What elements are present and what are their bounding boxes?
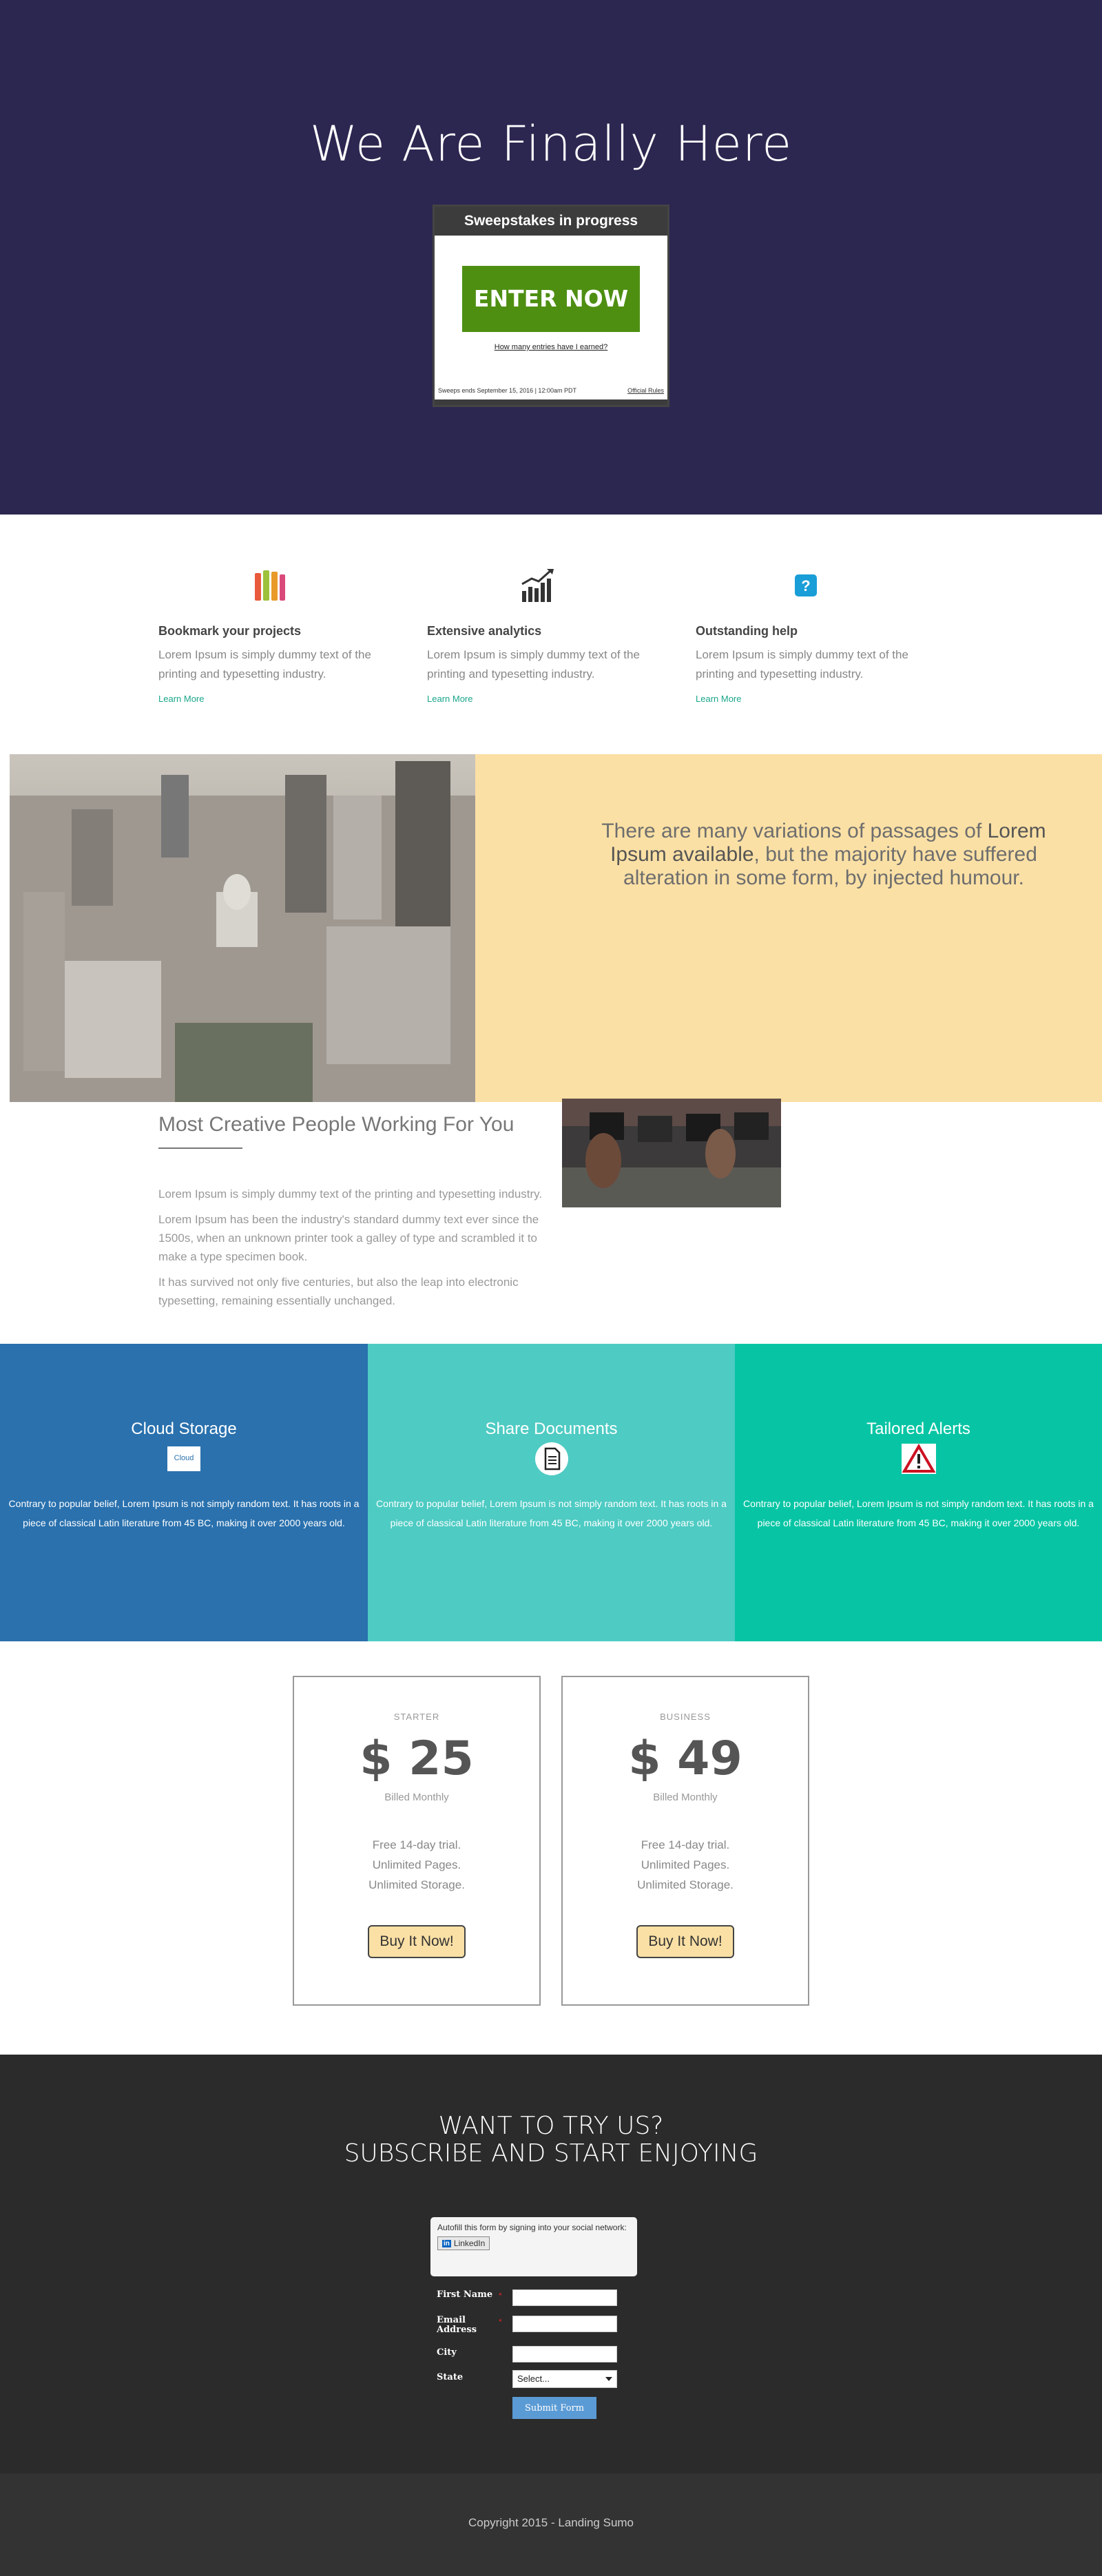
feature-analytics: Extensive analytics Lorem Ipsum is simpl… — [427, 565, 647, 704]
state-select[interactable]: Select... — [512, 2370, 617, 2388]
column-title: Tailored Alerts — [866, 1420, 970, 1438]
linkedin-icon: in — [442, 2239, 451, 2247]
hero-title: We Are Finally Here — [309, 116, 793, 172]
quote-panel — [475, 754, 1102, 1102]
office-image — [562, 1099, 781, 1207]
enter-now-button[interactable]: ENTER NOW — [462, 266, 640, 332]
tailored-alerts-column: Tailored Alerts Contrary to popular beli… — [735, 1344, 1102, 1641]
plan-features: Free 14-day trial. Unlimited Pages. Unli… — [294, 1835, 539, 1895]
sweepstakes-widget: Sweepstakes in progress ENTER NOW How ma… — [433, 205, 669, 407]
sweepstakes-footer: Sweeps ends September 15, 2016 | 12:00am… — [438, 387, 664, 394]
pencils-icon — [158, 565, 379, 606]
learn-more-link[interactable]: Learn More — [158, 694, 379, 704]
feature-text: Lorem Ipsum is simply dummy text of the … — [158, 648, 371, 681]
buy-button[interactable]: Buy It Now! — [368, 1925, 466, 1958]
feature-title: Bookmark your projects — [158, 624, 302, 638]
plan-price: $ 25 — [360, 1732, 474, 1786]
document-icon — [534, 1442, 570, 1475]
buy-button[interactable]: Buy It Now! — [636, 1925, 734, 1958]
pricing-card-starter: STARTER $ 25 Billed Monthly Free 14-day … — [293, 1676, 541, 2006]
copyright-text: Copyright 2015 - Landing Sumo — [468, 2516, 634, 2529]
column-title: Cloud Storage — [131, 1420, 237, 1438]
autofill-text: Autofill this form by signing into your … — [437, 2223, 627, 2232]
creative-paragraph: It has survived not only five centuries,… — [158, 1276, 519, 1307]
official-rules-link[interactable]: Official Rules — [627, 387, 664, 394]
creative-text: Lorem Ipsum is simply dummy text of the … — [158, 1185, 544, 1317]
column-text: Contrary to popular belief, Lorem Ipsum … — [8, 1498, 360, 1528]
plan-features: Free 14-day trial. Unlimited Pages. Unli… — [563, 1835, 808, 1895]
pricing-card-business: BUSINESS $ 49 Billed Monthly Free 14-day… — [561, 1676, 809, 2006]
first-name-label: First Name — [437, 2289, 493, 2300]
billing-period: Billed Monthly — [653, 1791, 718, 1803]
feature-bookmark: Bookmark your projects Lorem Ipsum is si… — [158, 565, 379, 704]
plan-feature: Free 14-day trial. — [641, 1838, 730, 1851]
state-label: State — [437, 2372, 464, 2382]
city-input[interactable] — [512, 2346, 617, 2362]
linkedin-label: LinkedIn — [453, 2239, 486, 2248]
learn-more-link[interactable]: Learn More — [427, 694, 647, 704]
required-marker: * — [499, 2317, 502, 2327]
entries-link[interactable]: How many entries have I earned? — [435, 343, 667, 351]
plan-name: STARTER — [393, 1712, 440, 1722]
plan-feature: Unlimited Pages. — [641, 1858, 730, 1871]
city-label: City — [437, 2347, 457, 2358]
column-text: Contrary to popular belief, Lorem Ipsum … — [376, 1498, 727, 1528]
creative-title: Most Creative People Working For You — [158, 1113, 514, 1136]
cloud-icon-label: Cloud — [174, 1454, 194, 1462]
city-image — [10, 754, 475, 1102]
email-label: Email Address — [437, 2315, 477, 2335]
share-documents-column: Share Documents Contrary to popular beli… — [368, 1344, 735, 1641]
sweepstakes-end-date: Sweeps ends September 15, 2016 | 12:00am… — [438, 387, 576, 394]
creative-paragraph: Lorem Ipsum is simply dummy text of the … — [158, 1187, 543, 1201]
feature-help: ? Outstanding help Lorem Ipsum is simply… — [696, 565, 916, 704]
required-marker: * — [499, 2291, 502, 2300]
first-name-input[interactable] — [512, 2289, 617, 2306]
svg-text:?: ? — [801, 577, 810, 594]
learn-more-link[interactable]: Learn More — [696, 694, 916, 704]
title-underline — [158, 1147, 242, 1149]
billing-period: Billed Monthly — [384, 1791, 449, 1803]
column-title: Share Documents — [485, 1420, 618, 1438]
plan-feature: Unlimited Pages. — [372, 1858, 461, 1871]
creative-paragraph: Lorem Ipsum has been the industry's stan… — [158, 1213, 539, 1263]
feature-text: Lorem Ipsum is simply dummy text of the … — [427, 648, 640, 681]
column-text: Contrary to popular belief, Lorem Ipsum … — [743, 1498, 1094, 1528]
cloud-storage-column: Cloud Storage Cloud Contrary to popular … — [0, 1344, 368, 1641]
linkedin-button[interactable]: in LinkedIn — [437, 2236, 490, 2250]
social-autofill-box: Autofill this form by signing into your … — [430, 2217, 637, 2276]
email-input[interactable] — [512, 2316, 617, 2332]
help-icon: ? — [696, 565, 916, 606]
feature-text: Lorem Ipsum is simply dummy text of the … — [696, 648, 908, 681]
plan-feature: Unlimited Storage. — [637, 1878, 734, 1891]
subscribe-heading: WANT TO TRY US? SUBSCRIBE AND START ENJO… — [344, 2112, 758, 2168]
hero-section: We Are Finally Here Sweepstakes in progr… — [0, 0, 1102, 515]
sweepstakes-bar — [435, 399, 667, 405]
warning-icon — [901, 1443, 937, 1475]
plan-feature: Free 14-day trial. — [372, 1838, 461, 1851]
state-selected-value: Select... — [517, 2374, 550, 2384]
plan-feature: Unlimited Storage. — [368, 1878, 465, 1891]
footer: Copyright 2015 - Landing Sumo — [0, 2473, 1102, 2576]
submit-form-button[interactable]: Submit Form — [512, 2397, 596, 2419]
quote-text: There are many variations of passages of… — [601, 820, 1046, 889]
plan-name: BUSINESS — [660, 1712, 711, 1722]
cloud-icon: Cloud — [166, 1443, 202, 1475]
plan-price: $ 49 — [628, 1732, 742, 1786]
sweepstakes-title: Sweepstakes in progress — [435, 207, 667, 236]
feature-title: Extensive analytics — [427, 624, 542, 638]
chevron-down-icon — [605, 2377, 612, 2381]
chart-icon — [427, 565, 647, 606]
feature-title: Outstanding help — [696, 624, 798, 638]
